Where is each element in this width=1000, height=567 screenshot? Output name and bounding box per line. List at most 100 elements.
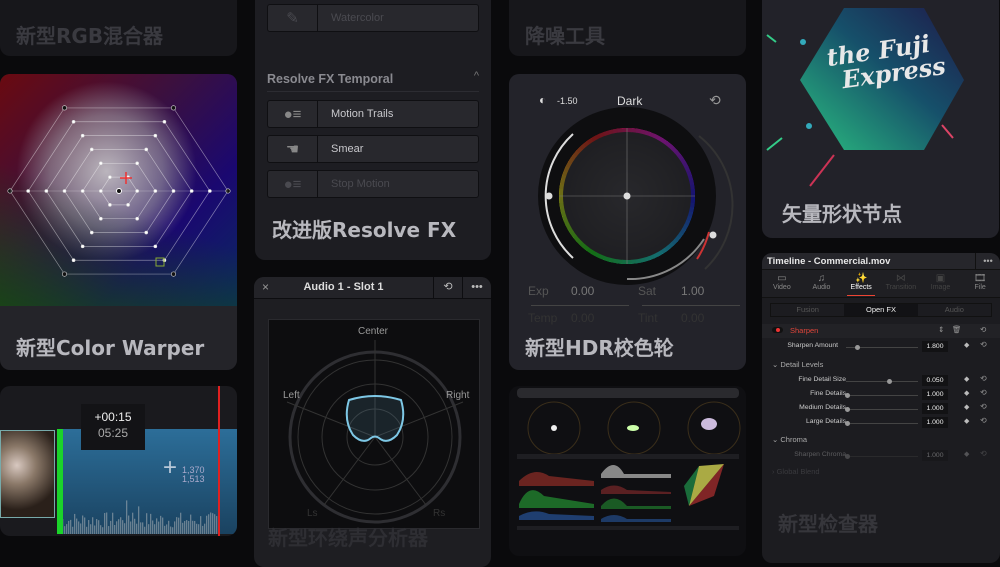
- reset-icon[interactable]: ⟲: [709, 92, 721, 109]
- fx-item-stop-motion[interactable]: ●≡ Stop Motion: [267, 170, 479, 198]
- sound-field-shape: [345, 395, 405, 442]
- zone-icon: ◐: [539, 93, 547, 107]
- keyframe-icon[interactable]: ◆: [964, 389, 969, 397]
- crosshair-icon: +: [163, 454, 178, 481]
- playhead[interactable]: [218, 386, 220, 536]
- card-title: 矢量形状节点: [782, 202, 902, 226]
- param-value[interactable]: 0.050: [922, 375, 948, 386]
- param-value[interactable]: 1.800: [922, 341, 948, 352]
- sat-slider[interactable]: [642, 305, 740, 306]
- reorder-icon[interactable]: ⇕: [938, 325, 944, 334]
- effects-icon: ✨: [854, 273, 868, 284]
- fx-item-label: Smear: [331, 143, 364, 155]
- keyframe-icon[interactable]: ◆: [964, 403, 969, 411]
- keyframe-icon[interactable]: ◆: [964, 341, 969, 349]
- slider-knob[interactable]: [855, 345, 860, 350]
- param-label: Large Details: [805, 418, 846, 425]
- stop-motion-icon: ●≡: [268, 171, 318, 197]
- reset-icon[interactable]: ⟲: [980, 325, 986, 334]
- slider-knob[interactable]: [887, 379, 892, 384]
- reset-icon[interactable]: ⟲: [433, 277, 462, 299]
- param-value[interactable]: 1.000: [922, 403, 948, 414]
- slider-knob[interactable]: [845, 393, 850, 398]
- tab-video[interactable]: ▭ Video: [762, 270, 802, 297]
- surround-plot: [286, 340, 464, 524]
- param-label: Fine Detail Size: [798, 376, 846, 383]
- tab-audio[interactable]: ♫ Audio: [802, 270, 842, 297]
- trim-offset: +00:15: [94, 410, 132, 424]
- segment-audio[interactable]: Audio: [918, 304, 991, 316]
- channel-label-left: Left: [283, 390, 300, 401]
- param-value[interactable]: 1.000: [922, 450, 948, 461]
- chroma-section[interactable]: ⌄ Chroma: [772, 435, 1000, 444]
- section-label: Chroma: [780, 435, 808, 444]
- tab-transition[interactable]: ⋈ Transition: [881, 270, 921, 297]
- reset-icon[interactable]: ⟲: [980, 449, 987, 458]
- param-row-sharpen-chroma: Sharpen Chroma 1.000 ◆ ⟲: [762, 449, 1000, 462]
- fx-item-watercolor[interactable]: ✎ Watercolor: [267, 4, 479, 32]
- slider-knob[interactable]: [845, 454, 850, 459]
- param-label: Tint: [638, 311, 658, 325]
- reset-icon[interactable]: ⟲: [980, 402, 987, 411]
- reset-icon[interactable]: ⟲: [980, 416, 987, 425]
- param-value[interactable]: 1.000: [922, 417, 948, 428]
- param-label: Medium Details: [799, 404, 846, 411]
- param-slider[interactable]: [846, 423, 918, 424]
- saturation-handle: [709, 231, 717, 239]
- global-blend-section[interactable]: › Global Blend: [772, 467, 1000, 476]
- delete-icon[interactable]: 🗑: [952, 325, 962, 334]
- section-title: Resolve FX Temporal: [267, 72, 394, 86]
- trim-tooltip: +00:15 05:25: [81, 404, 145, 450]
- hdr-wheel-card: ◐ -1.50 Dark ⟲ Exp 0.00 Sat 1.00 Temp 0.…: [509, 74, 746, 370]
- window-title: Audio 1 - Slot 1: [303, 281, 384, 293]
- more-options-button[interactable]: •••: [975, 253, 1000, 270]
- channel-label-right: Right: [446, 390, 470, 401]
- divider: [267, 91, 479, 92]
- keyframe-icon[interactable]: ◆: [964, 417, 969, 425]
- param-row-sharpen-amount: Sharpen Amount 1.800 ◆ ⟲: [762, 340, 1000, 353]
- segment-fusion[interactable]: Fusion: [771, 304, 844, 316]
- param-value[interactable]: 1.000: [922, 389, 948, 400]
- tab-label: Audio: [812, 284, 831, 291]
- reset-icon[interactable]: ⟲: [980, 340, 987, 349]
- param-label: Temp: [528, 311, 558, 325]
- fx-item-motion-trails[interactable]: ●≡ Motion Trails: [267, 100, 479, 128]
- file-icon: 🎞: [973, 273, 987, 284]
- zone-name: Dark: [617, 94, 643, 108]
- color-warper-grid[interactable]: [0, 74, 237, 306]
- tab-effects[interactable]: ✨ Effects: [841, 270, 881, 297]
- card-title: 新型HDR校色轮: [525, 336, 674, 360]
- detail-levels-section[interactable]: ⌄ Detail Levels: [772, 360, 1000, 369]
- chevron-up-icon[interactable]: ^: [474, 70, 479, 82]
- param-value[interactable]: 0.00: [571, 284, 594, 298]
- section-label: Detail Levels: [780, 360, 824, 369]
- channel-label-rs: Rs: [433, 508, 446, 519]
- param-slider[interactable]: [846, 395, 918, 396]
- segment-open-fx[interactable]: Open FX: [844, 304, 918, 316]
- audio-icon: ♫: [817, 273, 826, 284]
- slider-knob[interactable]: [845, 421, 850, 426]
- param-slider[interactable]: [846, 409, 918, 410]
- keyframe-icon[interactable]: ◆: [964, 450, 969, 458]
- tab-image[interactable]: ▣ Image: [921, 270, 961, 297]
- trim-timecode: 05:25: [97, 426, 129, 440]
- fx-item-smear[interactable]: ☚ Smear: [267, 135, 479, 163]
- noise-reduction-card: 降噪工具: [509, 0, 746, 56]
- slider-knob[interactable]: [845, 407, 850, 412]
- param-value[interactable]: 0.00: [681, 311, 704, 325]
- param-slider[interactable]: [846, 456, 918, 457]
- effect-toggle[interactable]: [772, 327, 783, 333]
- video-clip-thumbnail[interactable]: [0, 430, 55, 518]
- exp-slider[interactable]: [531, 305, 629, 306]
- more-options-button[interactable]: •••: [462, 277, 491, 299]
- param-value[interactable]: 1.00: [681, 284, 704, 298]
- hdr-color-wheel[interactable]: [509, 74, 746, 314]
- keyframe-icon[interactable]: ◆: [964, 375, 969, 383]
- reset-icon[interactable]: ⟲: [980, 388, 987, 397]
- clip-edge-handle[interactable]: [57, 429, 63, 534]
- reset-icon[interactable]: ⟲: [980, 374, 987, 383]
- tab-file[interactable]: 🎞 File: [960, 270, 1000, 297]
- param-slider[interactable]: [846, 381, 918, 382]
- param-value[interactable]: 0.00: [571, 311, 594, 325]
- effect-name: Sharpen: [790, 326, 819, 335]
